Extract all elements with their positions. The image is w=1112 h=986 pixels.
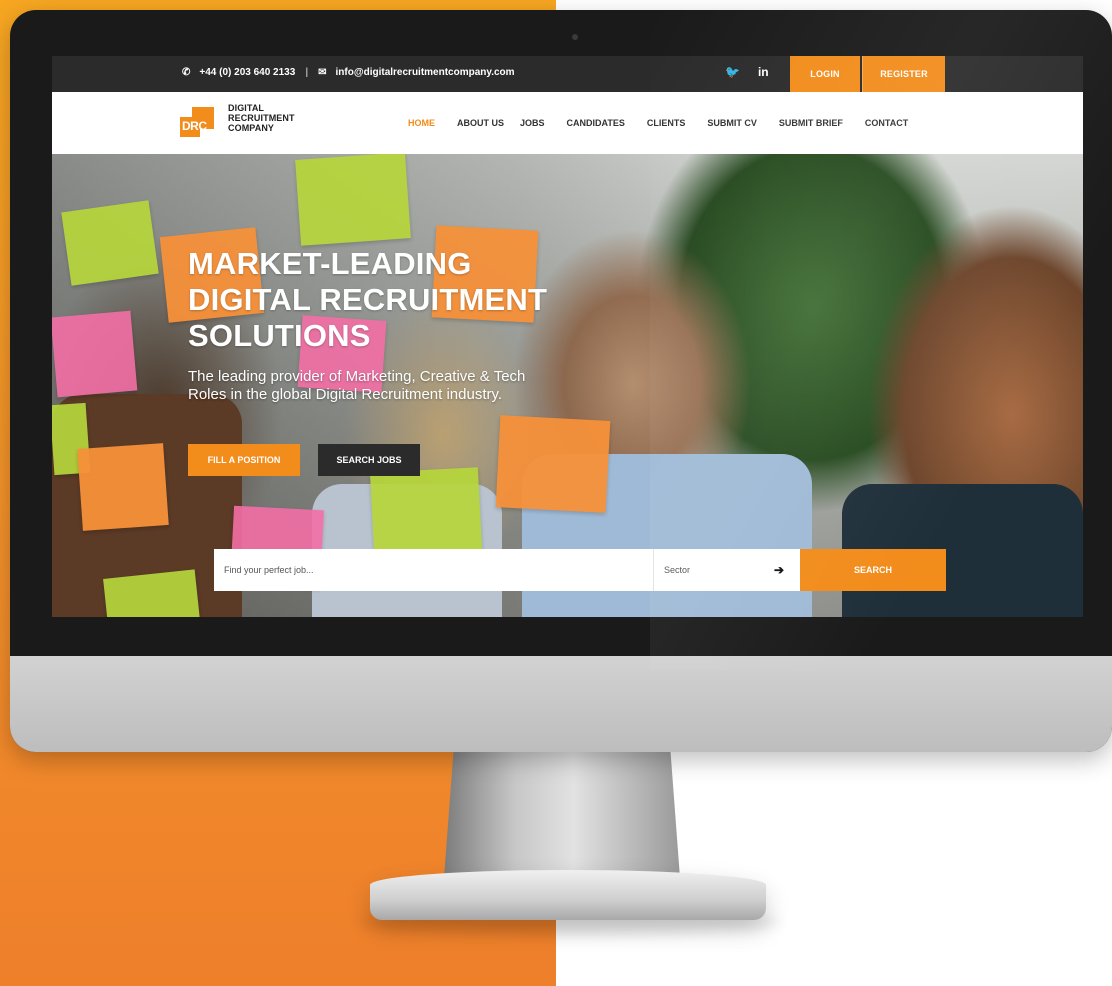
logo-mark: DRC [180, 107, 214, 139]
fill-position-button[interactable]: FILL A POSITION [188, 444, 300, 476]
sector-label: Sector [664, 565, 691, 575]
hero-title-line-3: SOLUTIONS [188, 318, 371, 353]
phone-icon: ✆ [182, 67, 191, 78]
nav-item-contact[interactable]: CONTACT [865, 118, 908, 128]
hero-title: MARKET-LEADING DIGITAL RECRUITMENT SOLUT… [188, 246, 568, 354]
website-screen: ✆ +44 (0) 203 640 2133 | ✉ info@digitalr… [52, 56, 1083, 617]
mail-icon: ✉ [318, 67, 327, 78]
sector-select[interactable]: Sector ➔ [654, 549, 800, 591]
camera-dot [572, 34, 578, 40]
hero-buttons: FILL A POSITION SEARCH JOBS [188, 444, 420, 476]
hero-banner: MARKET-LEADING DIGITAL RECRUITMENT SOLUT… [52, 154, 1083, 617]
arrow-right-icon: ➔ [773, 563, 784, 577]
phone-number[interactable]: +44 (0) 203 640 2133 [199, 67, 295, 78]
job-search-bar: Find your perfect job... Sector ➔ SEARCH [214, 549, 946, 591]
job-search-input[interactable]: Find your perfect job... [214, 549, 654, 591]
contact-separator: | [305, 67, 309, 78]
search-button[interactable]: SEARCH [800, 549, 946, 591]
login-button[interactable]: LOGIN [790, 56, 860, 92]
logo[interactable]: DRC DIGITAL RECRUITMENT COMPANY [180, 101, 300, 143]
linkedin-icon[interactable]: in [758, 65, 769, 79]
sticky-note [495, 415, 611, 513]
social-links: 🐦 in [725, 65, 769, 79]
email-link[interactable]: info@digitalrecruitmentcompany.com [336, 67, 515, 78]
search-jobs-button[interactable]: SEARCH JOBS [318, 444, 420, 476]
hero-subtitle-line-1: The leading provider of Marketing, Creat… [188, 368, 526, 385]
hero-title-line-2: DIGITAL RECRUITMENT [188, 282, 548, 317]
logo-line-1: DIGITAL [228, 103, 265, 113]
nav-item-submit-cv[interactable]: SUBMIT CV [707, 118, 757, 128]
monitor-chin [10, 656, 1112, 752]
sticky-note [61, 200, 159, 286]
sticky-note [295, 154, 411, 246]
logo-line-2: RECRUITMENT [228, 113, 295, 123]
logo-line-3: COMPANY [228, 123, 275, 133]
main-navigation: DRC DIGITAL RECRUITMENT COMPANY HOME ABO… [52, 92, 1083, 154]
nav-item-jobs[interactable]: JOBS [520, 118, 545, 128]
hero-subtitle-line-2: Roles in the global Digital Recruitment … [188, 386, 503, 403]
nav-item-about-us[interactable]: ABOUT US [457, 118, 504, 128]
nav-item-home[interactable]: HOME [408, 118, 435, 128]
hero-title-line-1: MARKET-LEADING [188, 246, 472, 281]
sticky-note [103, 569, 201, 617]
nav-item-submit-brief[interactable]: SUBMIT BRIEF [779, 118, 843, 128]
register-button[interactable]: REGISTER [862, 56, 945, 92]
monitor: ✆ +44 (0) 203 640 2133 | ✉ info@digitalr… [10, 10, 1112, 752]
sticky-note [52, 310, 138, 398]
top-bar: ✆ +44 (0) 203 640 2133 | ✉ info@digitalr… [52, 56, 1083, 92]
logo-mark-text: DRC [182, 119, 207, 133]
nav-menu: HOME ABOUT US JOBS CANDIDATES CLIENTS SU… [408, 118, 908, 128]
sticky-note [369, 467, 483, 555]
sticky-note [77, 443, 169, 531]
monitor-stand-base [370, 870, 766, 920]
twitter-icon[interactable]: 🐦 [725, 65, 740, 79]
logo-wordmark: DIGITAL RECRUITMENT COMPANY [228, 103, 295, 133]
nav-item-clients[interactable]: CLIENTS [647, 118, 686, 128]
hero-subtitle: The leading provider of Marketing, Creat… [188, 368, 568, 404]
nav-item-candidates[interactable]: CANDIDATES [567, 118, 625, 128]
monitor-stand-neck [444, 752, 680, 878]
contact-info: ✆ +44 (0) 203 640 2133 | ✉ info@digitalr… [182, 67, 515, 78]
hero-text: MARKET-LEADING DIGITAL RECRUITMENT SOLUT… [188, 246, 568, 404]
